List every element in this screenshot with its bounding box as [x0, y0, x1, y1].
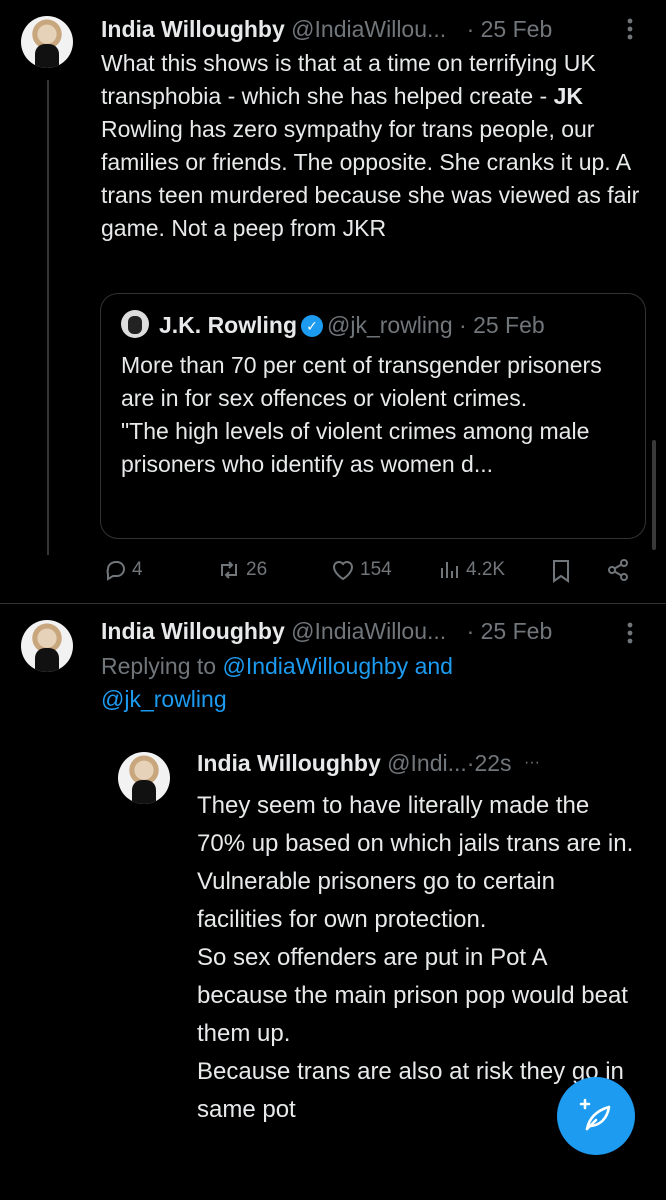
tweet-text: What this shows is that at a time on ter…	[101, 50, 640, 241]
bookmark-icon	[553, 560, 569, 583]
more-horizontal-icon[interactable]: ···	[524, 754, 540, 771]
reply-button[interactable]: 4	[104, 558, 143, 582]
like-button[interactable]: 154	[330, 558, 392, 582]
more-vertical-icon[interactable]	[624, 618, 636, 654]
quote-text: More than 70 per cent of transgender pri…	[121, 352, 602, 477]
share-button[interactable]	[606, 558, 630, 582]
tweet-header: India Willoughby @IndiaWillou... · 25 Fe…	[101, 616, 552, 646]
views-button[interactable]: 4.2K	[438, 558, 505, 582]
replying-to-line: Replying to @IndiaWilloughby and @jk_row…	[101, 653, 453, 712]
tweet-text: They seem to have literally made the 70%…	[197, 792, 634, 1123]
like-count: 154	[360, 559, 392, 580]
quote-avatar	[121, 310, 149, 338]
separator-dot: ·	[466, 16, 475, 42]
reply-count: 4	[132, 559, 143, 580]
more-vertical-icon[interactable]	[624, 14, 636, 50]
verified-badge-icon: ✓	[301, 315, 323, 337]
tweet-time[interactable]: 22s	[474, 750, 511, 776]
repost-button[interactable]: 26	[216, 558, 267, 582]
avatar[interactable]	[21, 16, 73, 68]
divider	[0, 603, 666, 604]
share-icon	[608, 559, 628, 581]
tweet-header: India Willoughby @IndiaWillou... · 25 Fe…	[101, 14, 552, 44]
bookmark-button[interactable]	[550, 558, 572, 584]
author-name[interactable]: India Willoughby	[197, 750, 381, 776]
separator-dot: ·	[466, 618, 475, 644]
quoted-tweet[interactable]: J.K. Rowling ✓ @jk_rowling · 25 Feb More t…	[100, 293, 646, 539]
author-name[interactable]: India Willoughby	[101, 618, 285, 644]
tweet-date[interactable]: 25 Feb	[481, 618, 553, 644]
quote-author-handle: @jk_rowling	[327, 312, 453, 338]
compose-button[interactable]	[557, 1077, 635, 1155]
action-bar: 4 26 154 4.2K	[0, 552, 666, 592]
quote-date: 25 Feb	[473, 312, 545, 338]
reply-icon	[106, 561, 125, 581]
views-icon	[441, 562, 458, 578]
quote-header: J.K. Rowling ✓ @jk_rowling · 25 Feb	[159, 310, 545, 340]
compose-icon	[579, 1098, 611, 1131]
author-handle[interactable]: @Indi...	[387, 750, 467, 776]
like-icon	[332, 561, 354, 581]
author-name[interactable]: India Willoughby	[101, 16, 285, 42]
tweet-header: India Willoughby @Indi...·22s ···	[197, 748, 540, 778]
quote-author-name: J.K. Rowling	[159, 312, 297, 338]
repost-count: 26	[246, 559, 268, 580]
avatar[interactable]	[21, 620, 73, 672]
scrollbar[interactable]	[652, 440, 656, 550]
thread-line	[47, 80, 49, 555]
separator-dot: ·	[459, 312, 467, 338]
avatar[interactable]	[118, 752, 170, 804]
repost-icon	[221, 561, 237, 579]
author-handle[interactable]: @IndiaWillou...	[291, 618, 446, 644]
views-count: 4.2K	[466, 559, 506, 580]
author-handle[interactable]: @IndiaWillou...	[291, 16, 446, 42]
tweet-date[interactable]: 25 Feb	[481, 16, 553, 42]
